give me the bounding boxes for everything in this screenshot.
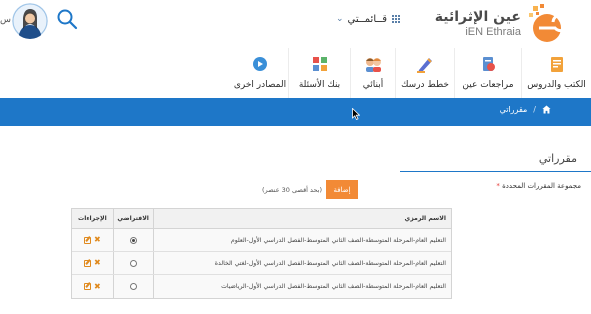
course-name: التعليم العام-المرحلة المتوسطة-الصف الثا… [152,229,451,251]
default-radio[interactable] [129,236,137,244]
course-name: التعليم العام-المرحلة المتوسطة-الصف الثا… [152,252,451,274]
top-header: عين الإثرائية iEN Ethraia قــائمــتي ⌄ س [0,0,591,48]
column-header-actions: الإجراءات [78,215,107,222]
default-cell [112,229,153,251]
title-underline [400,171,591,172]
group-label-text: مجموعة المقررات المحددة [502,182,581,190]
avatar[interactable] [12,3,48,39]
max-items-hint: (بحد أقصى 30 عنصر) [262,186,323,194]
nav-item-reviews[interactable]: مراجعات عين [454,48,521,98]
my-menu-toggle[interactable]: قــائمــتي ⌄ [336,12,401,26]
delete-icon[interactable]: ✖ [94,236,101,244]
default-radio[interactable] [129,259,137,267]
nav-label: الكتب والدروس [527,80,586,90]
books-icon [550,57,563,72]
nav-item-lesson-plans[interactable]: خطط درسك [395,48,454,98]
user-name-edge: س [0,14,11,24]
brand-name-en: iEN Ethraia [465,26,521,38]
breadcrumb: / مقرراتي [500,105,551,114]
grid-icon [391,14,401,24]
page-title: مقرراتي [538,152,577,165]
reviews-icon [483,57,495,71]
nav-item-question-bank[interactable]: بنك الأسئلة [288,48,350,98]
breadcrumb-current: مقرراتي [499,105,528,114]
nav-item-books[interactable]: الكتب والدروس [521,48,591,98]
selected-courses-label: مجموعة المقررات المحددة * [496,182,581,190]
main-nav: الكتب والدروس مراجعات عين خطط درسك أبنائ… [0,48,591,98]
brand[interactable]: عين الإثرائية iEN Ethraia [435,2,565,46]
brand-logo-icon [529,4,565,42]
nav-item-children[interactable]: أبنائي [350,48,395,98]
brand-name-ar: عين الإثرائية [434,9,521,25]
actions-cell: ✖ [72,275,113,298]
breadcrumb-bar: / مقرراتي [0,98,591,126]
column-header-default: الافتراضي [112,209,153,228]
mouse-cursor-icon [352,108,360,120]
delete-icon[interactable]: ✖ [94,282,101,291]
nav-items: الكتب والدروس مراجعات عين خطط درسك أبنائ… [214,48,591,98]
my-menu-label: قــائمــتي [347,13,388,25]
table-row: التعليم العام-المرحلة المتوسطة-الصف الثا… [72,275,451,298]
table-row: التعليم العام-المرحلة المتوسطة-الصف الثا… [72,252,451,275]
course-name: التعليم العام-المرحلة المتوسطة-الصف الثا… [152,275,451,298]
search-icon[interactable] [56,8,78,30]
required-mark: * [496,182,500,190]
add-course-button[interactable]: إضافة [326,180,358,199]
edit-icon[interactable] [84,283,92,290]
lesson-plan-icon [417,58,432,73]
default-cell [112,252,153,274]
nav-label: المصادر اخرى [233,80,287,90]
nav-label: خطط درسك [401,80,449,90]
home-icon[interactable] [542,105,551,114]
nav-label: بنك الأسئلة [298,80,341,90]
chevron-down-icon: ⌄ [336,14,344,24]
nav-label: مراجعات عين [462,80,514,90]
edit-icon[interactable] [84,259,92,267]
table-header-row: الاسم الرمزي الافتراضي الإجراءات [72,209,451,229]
other-resources-icon [253,57,267,71]
default-radio[interactable] [129,283,137,290]
children-icon [366,58,381,72]
default-cell [112,275,153,298]
nav-label: أبنائي [362,80,384,90]
actions-cell: ✖ [72,229,113,251]
delete-icon[interactable]: ✖ [94,259,101,267]
breadcrumb-separator: / [533,105,536,114]
column-header-name: الاسم الرمزي [152,209,451,228]
brand-text: عين الإثرائية iEN Ethraia [435,10,521,38]
courses-table: الاسم الرمزي الافتراضي الإجراءات التعليم… [71,208,452,299]
nav-item-other-resources[interactable]: المصادر اخرى [232,48,288,98]
edit-icon[interactable] [84,236,92,244]
table-row: التعليم العام-المرحلة المتوسطة-الصف الثا… [72,229,451,252]
actions-cell: ✖ [72,252,113,274]
question-bank-icon [312,57,327,71]
